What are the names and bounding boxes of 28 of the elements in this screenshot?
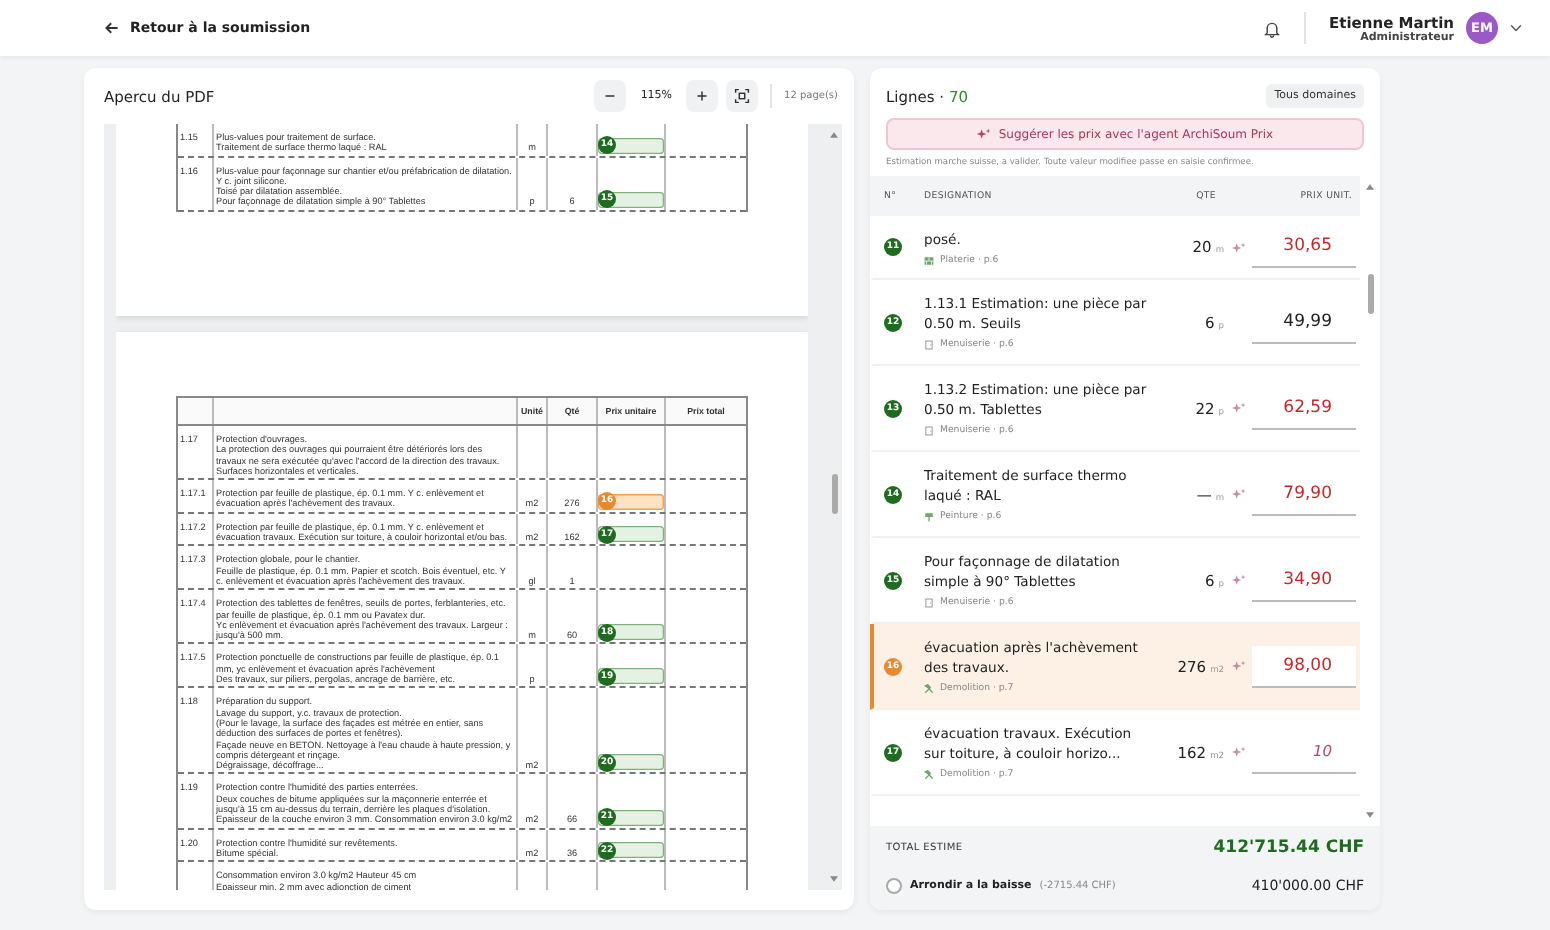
fit-page-button[interactable]	[726, 80, 759, 112]
minus-icon	[604, 90, 617, 102]
hammer-icon	[924, 684, 934, 694]
hammer-icon	[924, 770, 934, 780]
unit-price-field[interactable]: 79,90	[1252, 473, 1356, 515]
brick-icon	[924, 255, 934, 265]
door-icon	[924, 598, 934, 608]
door-icon	[924, 340, 934, 350]
unit-price-field[interactable]: 98,00	[1252, 645, 1356, 687]
round-down-radio[interactable]	[886, 878, 902, 894]
unit-price-field[interactable]: 30,65	[1252, 226, 1356, 268]
unit-price-field[interactable]: 62,59	[1252, 387, 1356, 429]
plus-icon	[696, 90, 709, 102]
scroll-up-icon[interactable]	[1366, 184, 1374, 190]
scroll-down-icon[interactable]	[1366, 812, 1374, 818]
paint-brush-icon	[924, 512, 934, 522]
unit-price-field[interactable]: 49,99	[1252, 301, 1356, 343]
bell-icon[interactable]	[1263, 19, 1280, 37]
scroll-down-icon[interactable]	[830, 876, 838, 882]
fit-frame-icon	[734, 88, 751, 104]
sparkle-icon	[976, 128, 993, 140]
back-arrow-icon	[104, 20, 120, 36]
scroll-up-icon[interactable]	[830, 132, 838, 138]
zoom-in-button[interactable]	[686, 80, 719, 112]
chevron-down-icon[interactable]	[1510, 24, 1522, 32]
unit-price-field[interactable]: 34,90	[1252, 559, 1356, 601]
door-icon	[924, 426, 934, 436]
total-value: 412'715.44 CHF	[1213, 838, 1364, 858]
